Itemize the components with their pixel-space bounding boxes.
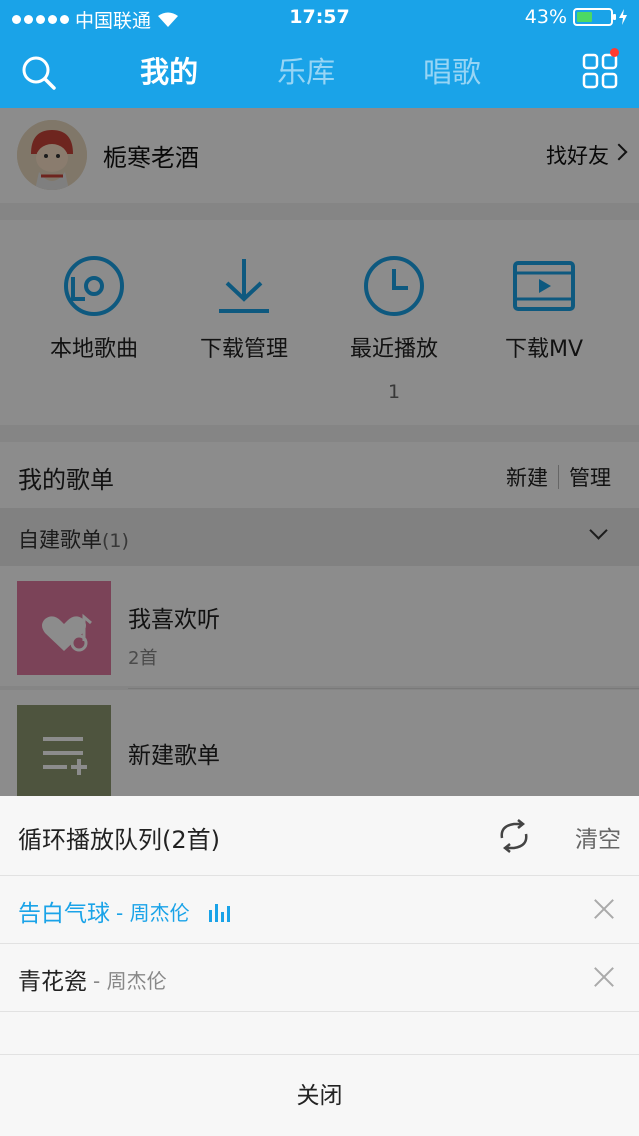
- nav-tabs: 我的 乐库 唱歌: [105, 50, 525, 94]
- grid-menu-button[interactable]: [581, 48, 619, 90]
- charging-icon: [619, 9, 627, 25]
- remove-song-icon[interactable]: [593, 898, 615, 920]
- clear-queue-button[interactable]: 清空: [575, 820, 621, 854]
- battery-info: 43%: [525, 6, 627, 28]
- app-header: 中国联通 17:57 43% 我的 乐库 唱歌: [0, 0, 639, 108]
- nav-bar: 我的 乐库 唱歌: [0, 40, 639, 104]
- play-queue-sheet: 循环播放队列(2首) 清空 告白气球 - 周杰伦 青花瓷 - 周杰伦 关闭: [0, 796, 639, 1136]
- queue-song-row[interactable]: 青花瓷 - 周杰伦: [0, 944, 639, 1012]
- song-artist: - 周杰伦: [93, 968, 167, 993]
- queue-title: 循环播放队列(2首): [18, 826, 220, 854]
- song-title: 青花瓷: [18, 969, 87, 995]
- status-bar: 中国联通 17:57 43%: [0, 0, 639, 36]
- battery-percent: 43%: [524, 6, 567, 28]
- tab-mine[interactable]: 我的: [105, 50, 233, 94]
- loop-mode-icon[interactable]: [494, 816, 534, 856]
- close-sheet-button[interactable]: 关闭: [0, 1054, 639, 1136]
- tab-library[interactable]: 乐库: [233, 50, 379, 94]
- queue-song-row[interactable]: 告白气球 - 周杰伦: [0, 876, 639, 944]
- divider: [0, 1011, 639, 1012]
- now-playing-icon: [208, 904, 230, 922]
- song-info: 青花瓷 - 周杰伦: [18, 962, 167, 996]
- battery-icon: [573, 8, 616, 26]
- grid-menu-icon: [582, 53, 618, 89]
- modal-backdrop[interactable]: [0, 108, 639, 796]
- remove-song-icon[interactable]: [593, 966, 615, 988]
- search-icon[interactable]: [20, 54, 58, 92]
- song-info: 告白气球 - 周杰伦: [18, 894, 232, 928]
- song-title: 告白气球: [18, 901, 110, 927]
- notification-dot: [610, 48, 619, 57]
- song-artist: - 周杰伦: [116, 900, 190, 925]
- tab-sing[interactable]: 唱歌: [379, 50, 525, 94]
